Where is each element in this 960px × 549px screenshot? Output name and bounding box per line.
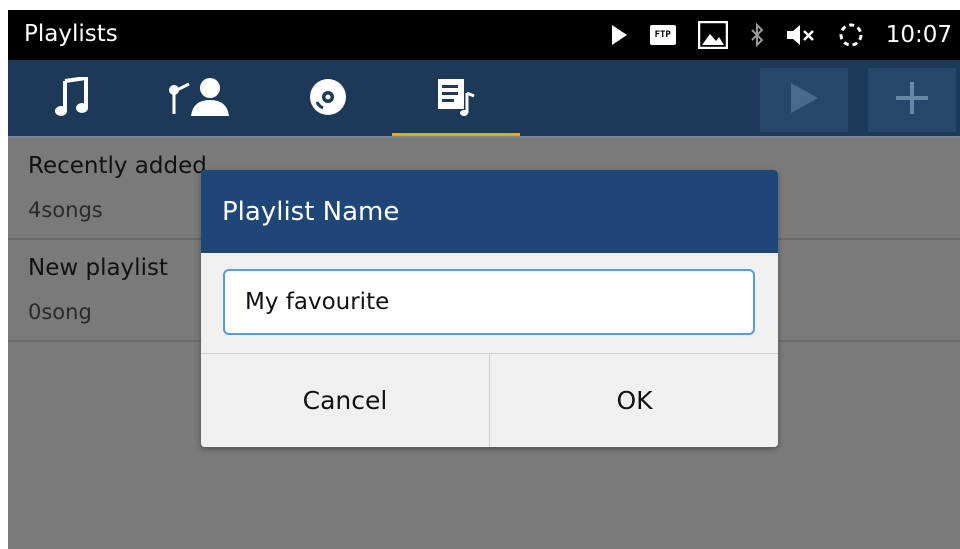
volume-muted-icon [786,24,816,46]
bluetooth-icon [750,23,764,47]
tab-bar [8,60,960,138]
image-icon [697,21,728,49]
tab-playlists[interactable] [392,60,520,138]
playlist-name-dialog: Playlist Name Cancel OK [201,170,778,447]
music-note-icon [54,75,90,121]
disc-icon [308,77,348,121]
playlist-title: Recently added [28,153,207,179]
app-screen: Playlists FTP 10:07 Recently added 4song… [8,10,960,549]
playlist-song-count: 4songs [28,198,103,222]
play-all-button[interactable] [760,68,848,132]
add-playlist-button[interactable] [868,68,956,132]
playlist-title: New playlist [28,255,168,281]
playlist-name-input[interactable] [223,269,755,335]
playlist-song-count: 0song [28,300,92,324]
dialog-title: Playlist Name [201,170,778,253]
playlist-icon [436,77,476,121]
play-icon [610,24,628,46]
cancel-button[interactable]: Cancel [201,354,489,447]
clock: 10:07 [885,22,952,48]
add-icon [895,81,929,119]
sync-icon [838,22,864,48]
artist-icon [165,76,235,122]
status-icons: FTP 10:07 [610,10,952,60]
tab-albums[interactable] [264,60,392,138]
status-bar: Playlists FTP 10:07 [8,10,960,60]
tab-songs[interactable] [8,60,136,138]
play-icon [789,82,819,118]
ftp-icon: FTP [649,25,676,45]
tab-artists[interactable] [136,60,264,138]
app-title: Playlists [24,21,118,47]
ok-button[interactable]: OK [489,354,778,447]
